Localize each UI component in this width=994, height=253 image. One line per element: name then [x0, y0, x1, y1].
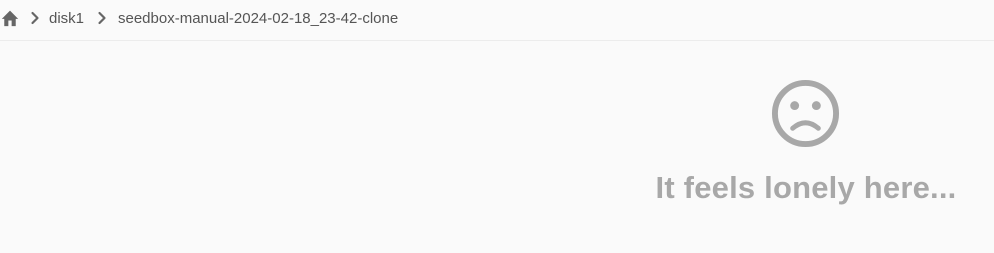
chevron-right-icon [98, 11, 106, 25]
breadcrumb: disk1 seedbox-manual-2024-02-18_23-42-cl… [0, 0, 994, 41]
sentiment-dissatisfied-icon [771, 79, 840, 148]
breadcrumb-home[interactable] [0, 0, 22, 36]
empty-state: It feels lonely here... [620, 78, 992, 218]
empty-state-message: It feels lonely here... [655, 170, 957, 205]
breadcrumb-item-disk1[interactable]: disk1 [49, 0, 84, 36]
home-icon [1, 10, 19, 27]
chevron-right-icon [31, 11, 39, 25]
breadcrumb-item-current-folder[interactable]: seedbox-manual-2024-02-18_23-42-clone [118, 0, 398, 36]
